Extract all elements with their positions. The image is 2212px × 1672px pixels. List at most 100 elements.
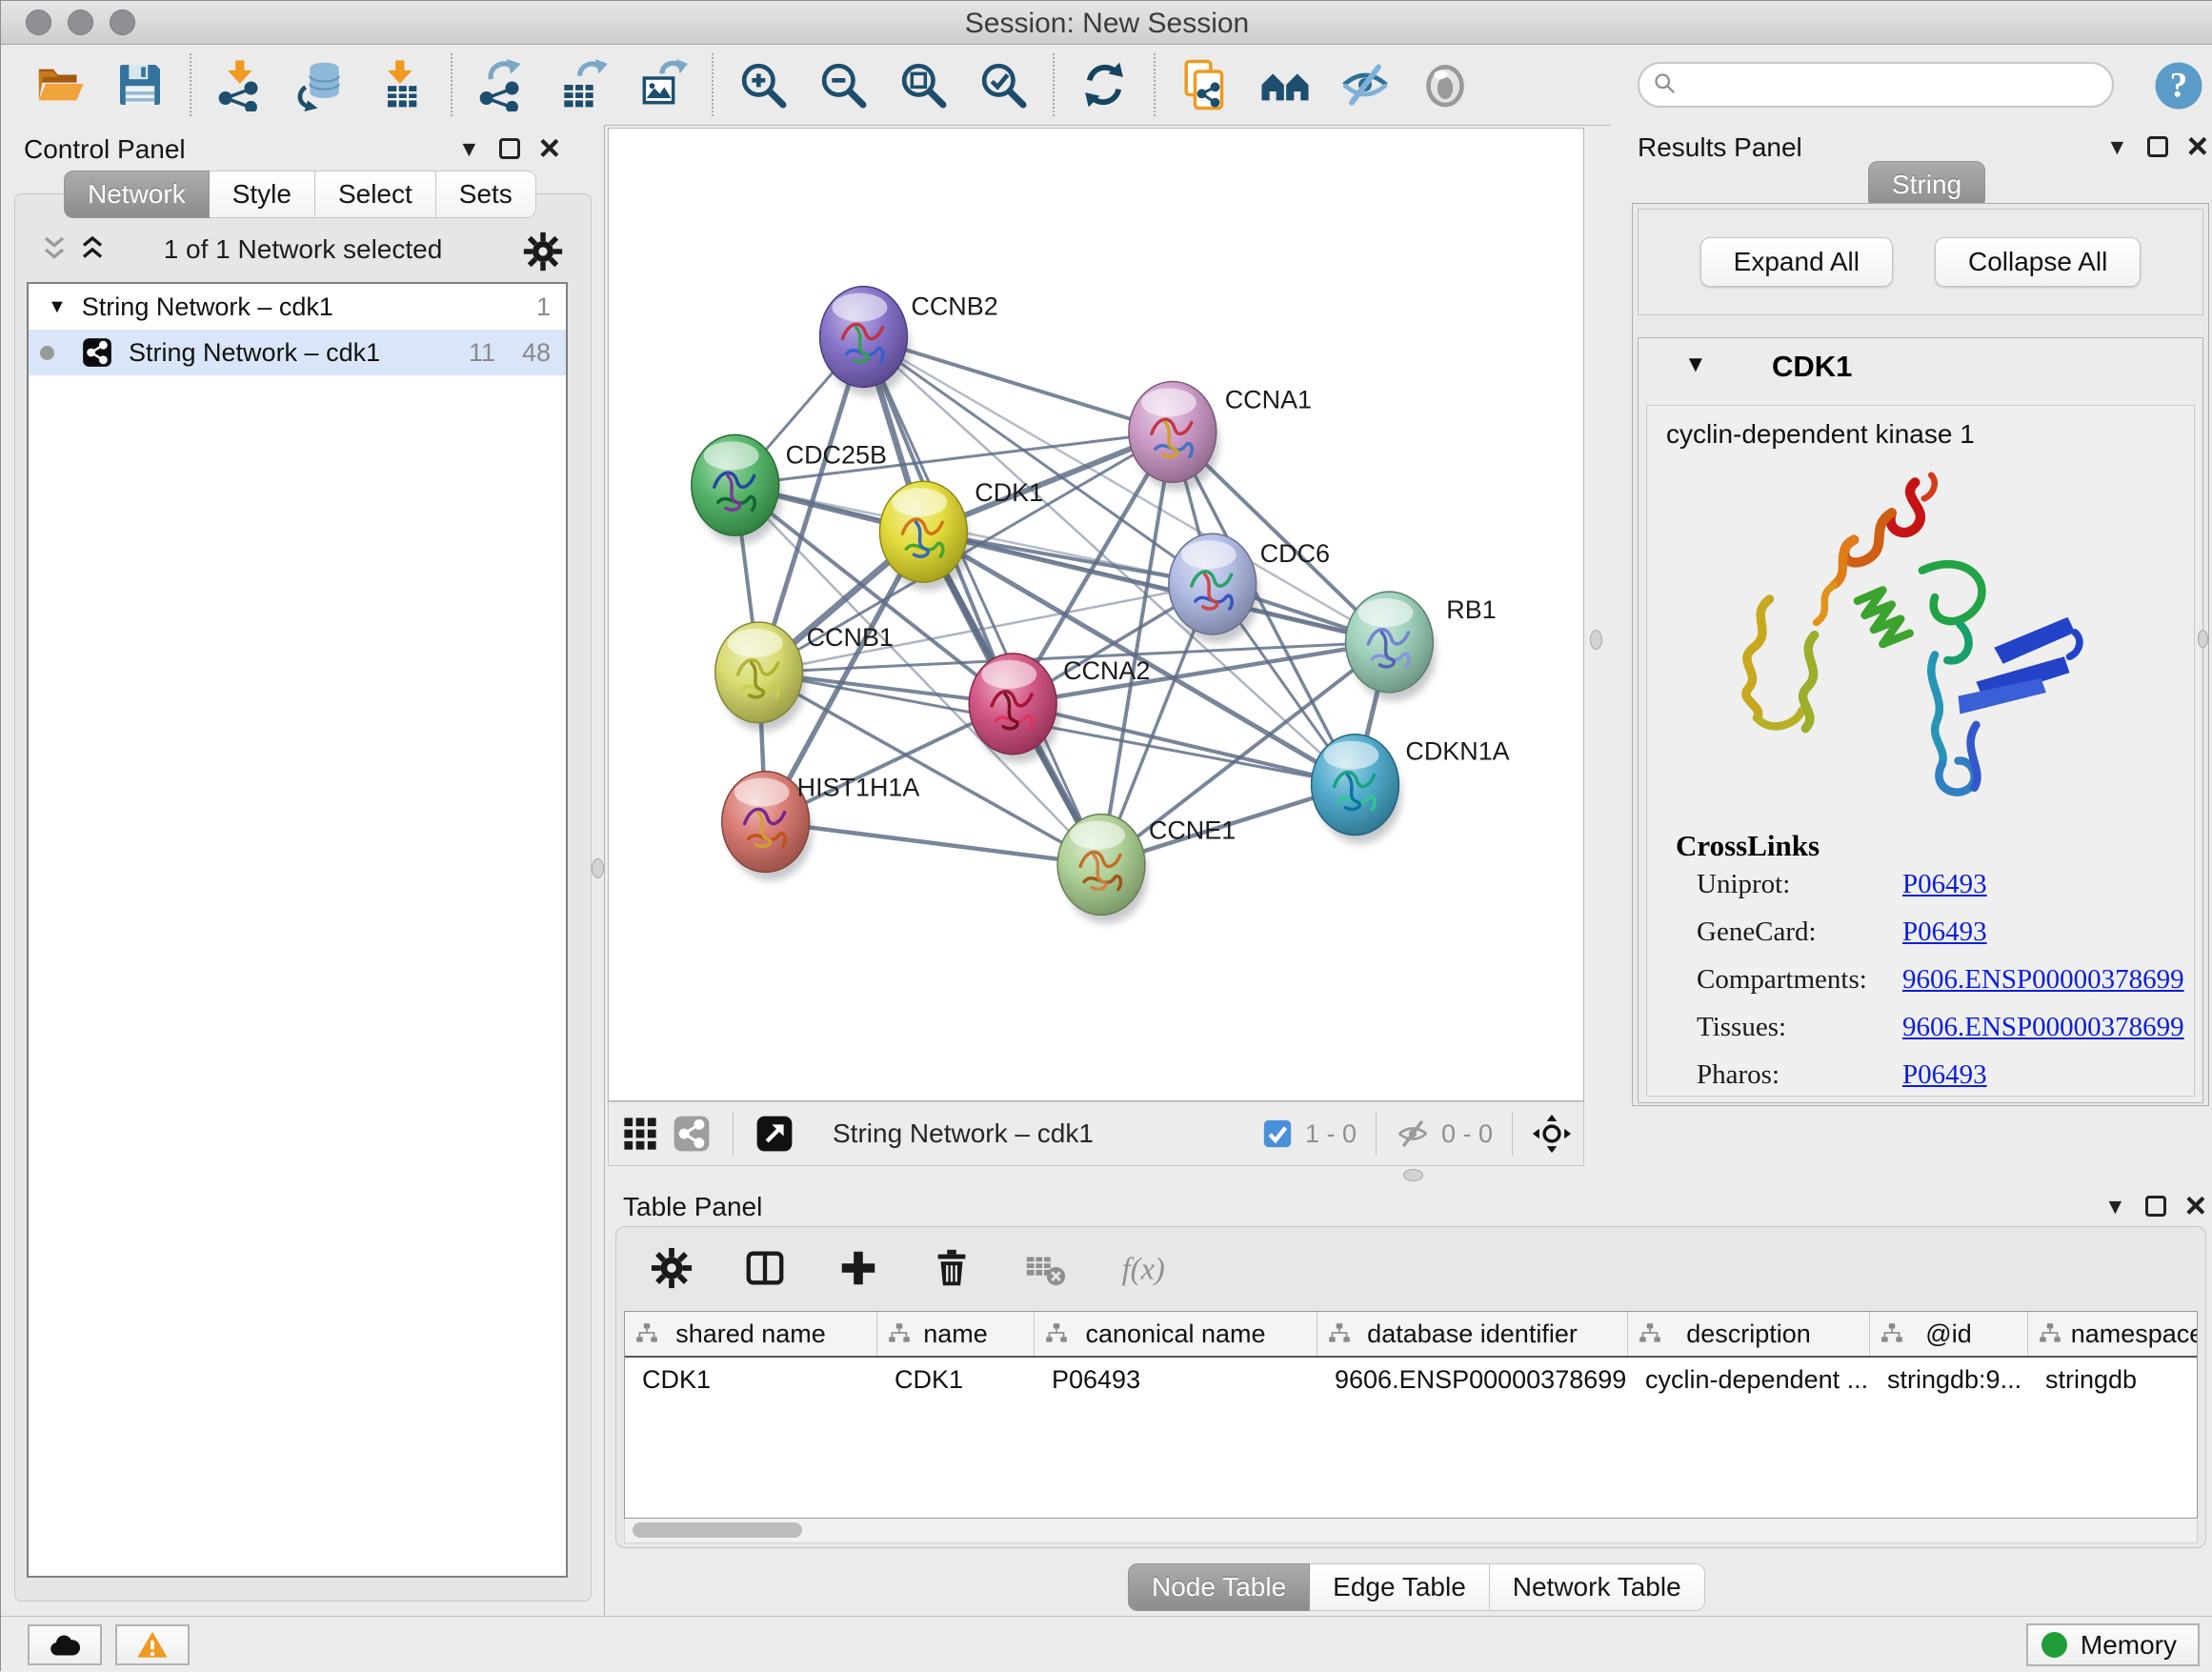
right-splitter-handle[interactable] <box>1590 630 1602 650</box>
network-tree-row[interactable]: ▼String Network – cdk11 <box>29 284 566 330</box>
collapse-all-button[interactable]: Collapse All <box>1935 237 2141 287</box>
memory-button[interactable]: Memory <box>2026 1623 2200 1666</box>
table-cell[interactable]: CDK1 <box>625 1365 877 1395</box>
network-tree-row[interactable]: String Network – cdk11148 <box>29 330 566 375</box>
hide-selected-button[interactable] <box>1325 50 1405 120</box>
table-type-tabs: Node TableEdge TableNetwork Table <box>1128 1563 1705 1611</box>
export-network-button[interactable] <box>462 50 542 120</box>
hidden-eye-icon[interactable] <box>1396 1117 1430 1151</box>
node-entry-header[interactable]: ▼ CDK1 <box>1639 338 2202 401</box>
scrollbar-thumb[interactable] <box>633 1522 802 1538</box>
tree-expand-triangle-icon[interactable]: ▼ <box>48 296 67 318</box>
tab-node-table[interactable]: Node Table <box>1128 1563 1310 1611</box>
network-options-gear-icon[interactable] <box>522 231 564 272</box>
collapse-entry-icon[interactable]: ▼ <box>1684 352 1707 378</box>
edge-CCNA2-CDKN1A[interactable] <box>1013 704 1355 785</box>
panel-menu-icon[interactable]: ▼ <box>458 136 480 162</box>
crosslink-link[interactable]: 9606.ENSP00000378699 <box>1902 964 2184 996</box>
column-header-database-identifier[interactable]: database identifier <box>1317 1312 1628 1356</box>
tab-string[interactable]: String <box>1868 161 1985 209</box>
open-session-button[interactable] <box>20 50 100 120</box>
panel-float-icon[interactable] <box>499 138 520 159</box>
table-cell[interactable]: cyclin-dependent ... <box>1628 1365 1870 1395</box>
crosslink-link[interactable]: 9606.ENSP00000378699 <box>1902 1012 2184 1043</box>
tab-select[interactable]: Select <box>315 171 436 218</box>
help-button[interactable] <box>2152 59 2205 112</box>
expand-all-button[interactable]: Expand All <box>1700 237 1893 287</box>
bottom-splitter-handle[interactable] <box>1403 1169 1423 1181</box>
first-neighbors-button[interactable] <box>1245 50 1325 120</box>
panel-close-icon[interactable]: × <box>2187 134 2208 159</box>
import-network-button[interactable] <box>201 50 281 120</box>
node-RB1[interactable] <box>1345 592 1436 701</box>
show-all-button[interactable] <box>1405 50 1485 120</box>
cloud-status-button[interactable] <box>28 1624 102 1665</box>
table-row[interactable]: CDK1CDK1P064939606.ENSP00000378699cyclin… <box>625 1358 2197 1401</box>
table-options-gear-icon[interactable] <box>647 1244 696 1294</box>
function-builder-icon[interactable] <box>1114 1244 1199 1294</box>
column-header-canonical-name[interactable]: canonical name <box>1035 1312 1317 1356</box>
table-cell[interactable]: stringdb:9... <box>1870 1365 2028 1395</box>
export-table-button[interactable] <box>542 50 622 120</box>
table-cell[interactable]: CDK1 <box>877 1365 1035 1395</box>
node-CCNA1[interactable] <box>1129 381 1219 491</box>
warnings-button[interactable] <box>115 1624 190 1665</box>
column-header-shared-name[interactable]: shared name <box>625 1312 877 1356</box>
edge-HIST1H1A-CCNE1[interactable] <box>766 822 1101 865</box>
node-CCNB1[interactable] <box>715 622 806 732</box>
crosslink-link[interactable]: P06493 <box>1902 1059 1987 1091</box>
table-cell[interactable]: 9606.ENSP00000378699 <box>1317 1365 1628 1395</box>
window-edge-handle[interactable] <box>2198 630 2208 648</box>
column-header-namespace[interactable]: namespace <box>2028 1312 2198 1356</box>
export-image-button[interactable] <box>622 50 702 120</box>
panel-close-icon[interactable]: × <box>539 136 560 161</box>
delete-table-icon[interactable] <box>1020 1244 1070 1294</box>
crosslink-link[interactable]: P06493 <box>1902 917 1987 948</box>
tab-network[interactable]: Network <box>64 171 210 218</box>
panel-menu-icon[interactable]: ▼ <box>2104 1194 2126 1219</box>
node-CDC25B[interactable] <box>692 434 782 544</box>
table-horizontal-scrollbar[interactable] <box>624 1519 2198 1543</box>
panel-float-icon[interactable] <box>2145 1196 2166 1217</box>
clone-network-button[interactable] <box>1165 50 1245 120</box>
node-CCNA2[interactable] <box>969 654 1059 763</box>
birds-eye-navigator-icon[interactable] <box>1532 1114 1572 1154</box>
node-CCNE1[interactable] <box>1057 815 1148 924</box>
panel-close-icon[interactable]: × <box>2185 1194 2206 1219</box>
delete-column-icon[interactable] <box>927 1244 976 1294</box>
add-column-icon[interactable] <box>834 1244 883 1294</box>
search-input[interactable] <box>1683 71 2083 100</box>
tab-style[interactable]: Style <box>210 171 315 218</box>
table-cell[interactable]: stringdb <box>2028 1365 2198 1395</box>
import-database-button[interactable] <box>281 50 361 120</box>
zoom-in-button[interactable] <box>723 50 803 120</box>
grid-view-icon[interactable] <box>614 1108 666 1159</box>
show-columns-icon[interactable] <box>740 1244 790 1294</box>
network-overview-icon[interactable] <box>666 1108 717 1159</box>
node-CCNB2[interactable] <box>820 287 911 396</box>
zoom-fit-button[interactable] <box>883 50 963 120</box>
zoom-out-button[interactable] <box>803 50 883 120</box>
panel-menu-icon[interactable]: ▼ <box>2106 134 2128 160</box>
tab-edge-table[interactable]: Edge Table <box>1310 1563 1490 1611</box>
column-header-id[interactable]: @id <box>1870 1312 2028 1356</box>
network-canvas[interactable]: CCNB2CCNA1CDC25BCDK1CDC6RB1CCNB1CCNA2CDK… <box>608 128 1584 1101</box>
selected-checkbox-icon[interactable] <box>1261 1118 1294 1150</box>
table-cell[interactable]: P06493 <box>1035 1365 1317 1395</box>
zoom-selected-button[interactable] <box>963 50 1043 120</box>
column-header-description[interactable]: description <box>1628 1312 1870 1356</box>
left-splitter-handle[interactable] <box>592 858 604 878</box>
tab-network-table[interactable]: Network Table <box>1490 1563 1705 1611</box>
export-view-icon[interactable] <box>749 1108 800 1159</box>
search-box[interactable] <box>1638 62 2114 108</box>
column-header-name[interactable]: name <box>877 1312 1035 1356</box>
import-table-button[interactable] <box>361 50 441 120</box>
crosslink-link[interactable]: P06493 <box>1902 869 1987 900</box>
refresh-button[interactable] <box>1064 50 1144 120</box>
panel-float-icon[interactable] <box>2147 136 2168 157</box>
node-CDKN1A[interactable] <box>1312 735 1402 844</box>
tab-sets[interactable]: Sets <box>436 171 536 218</box>
save-session-button[interactable] <box>100 50 180 120</box>
network-graph[interactable]: CCNB2CCNA1CDC25BCDK1CDC6RB1CCNB1CCNA2CDK… <box>609 129 1583 1100</box>
node-CDK1[interactable] <box>879 481 970 591</box>
